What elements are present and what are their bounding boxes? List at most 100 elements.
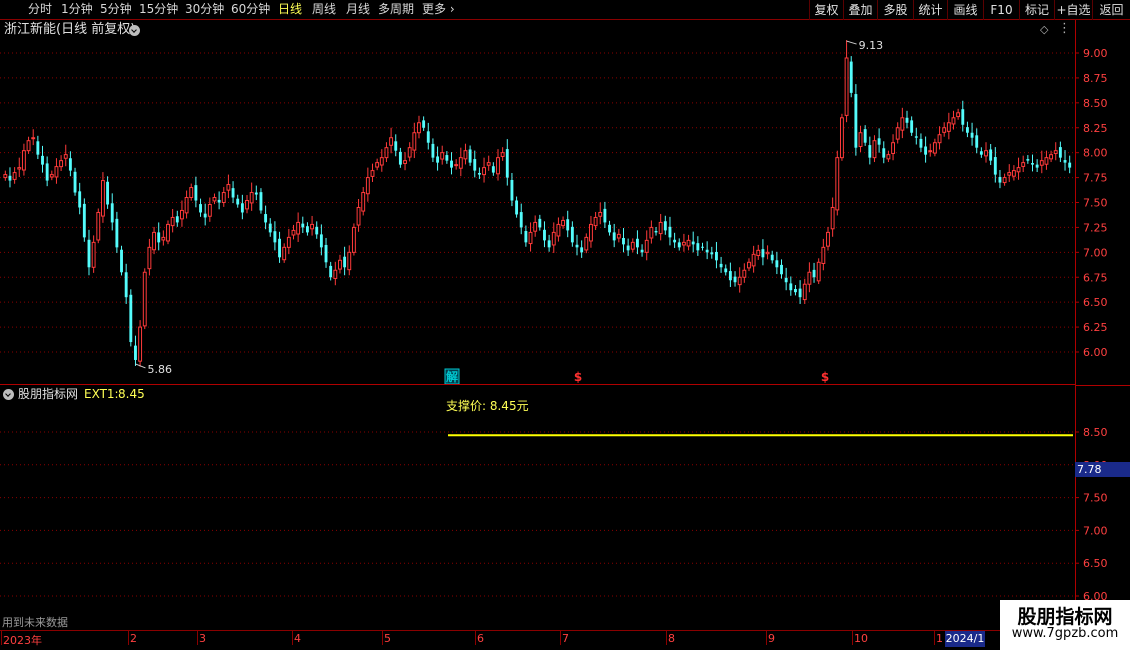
title-menu-icon[interactable] xyxy=(129,25,140,36)
candle-body-220 xyxy=(1026,159,1030,161)
candle-body-12 xyxy=(59,160,64,168)
candle-body-17 xyxy=(82,203,86,238)
date-label-2: 3 xyxy=(199,632,206,645)
candle-body-161 xyxy=(751,253,756,267)
candle-body-173 xyxy=(807,271,812,285)
candle-body-68 xyxy=(319,234,323,248)
candle-body-99 xyxy=(463,150,468,160)
period-10[interactable]: 更多 › xyxy=(422,2,455,17)
candle-body-8 xyxy=(41,155,44,165)
indicator-panel[interactable]: 股朋指标网 EXT1: 8.45 支撑价: 8.45元 xyxy=(0,386,1075,630)
toolbar-button-1[interactable]: 叠加 xyxy=(843,0,877,20)
candle-body-26 xyxy=(124,272,128,298)
candle-body-21 xyxy=(100,180,105,217)
toolbar-button-7[interactable]: +自选 xyxy=(1054,0,1092,20)
period-5[interactable]: 60分钟 xyxy=(231,2,270,17)
period-toolbar: 分时 1分钟 5分钟 15分钟 30分钟 60分钟 日线 周线 月线 多周期 更多 › 复权 叠加 多股统… xyxy=(0,0,1130,20)
period-4[interactable]: 30分钟 xyxy=(185,2,224,17)
date-label-10: 1 xyxy=(936,632,943,645)
price-axis-label-11: 6.25 xyxy=(1083,321,1108,334)
toolbar-button-6[interactable]: 标记 xyxy=(1019,0,1054,20)
candle-body-35 xyxy=(166,223,170,242)
candle-body-135 xyxy=(630,241,635,250)
candle-body-144 xyxy=(673,239,677,243)
period-9[interactable]: 多周期 xyxy=(378,2,414,17)
candle-body-124 xyxy=(580,247,584,253)
candle-body-31 xyxy=(147,246,152,270)
candle-body-210 xyxy=(979,151,983,155)
candle-body-117 xyxy=(547,240,551,248)
date-tick-1 xyxy=(128,631,129,645)
candle-body-140 xyxy=(654,231,658,233)
period-3[interactable]: 15分钟 xyxy=(139,2,178,17)
candle-body-129 xyxy=(603,208,607,223)
date-label-9: 10 xyxy=(854,632,868,645)
candle-body-192 xyxy=(895,127,900,140)
candle-body-52 xyxy=(245,200,249,210)
more-icon[interactable]: ⋮ xyxy=(1058,22,1071,36)
price-axis-svg: 9.00 8.75 8.50 8.25 8.00 7.75 7.50 7.25 7.00 6.75… xyxy=(1075,20,1130,630)
candle-body-27 xyxy=(129,294,133,343)
price-axis-label-10: 6.50 xyxy=(1083,296,1108,309)
kline-chart[interactable]: 9.13 5.86 解 $ $ xyxy=(0,20,1075,385)
candle-body-187 xyxy=(872,140,877,159)
candle-body-183 xyxy=(854,94,858,148)
indicator-menu-icon[interactable] xyxy=(3,389,14,400)
toolbar-button-3[interactable]: 统计 xyxy=(913,0,947,20)
toolbar-button-0[interactable]: 复权 xyxy=(809,0,843,20)
candle-body-211 xyxy=(984,150,988,157)
kline-panel[interactable]: 9.13 5.86 解 $ $ 浙江新能(日线 前复权) ◇ ⋮ xyxy=(0,20,1075,385)
candle-body-151 xyxy=(705,249,709,253)
candle-body-25 xyxy=(120,249,123,273)
period-8[interactable]: 月线 xyxy=(346,2,370,17)
candle-body-72 xyxy=(338,259,342,270)
candle-body-14 xyxy=(68,158,72,171)
candle-body-203 xyxy=(946,122,951,132)
toolbar-button-2[interactable]: 多股 xyxy=(877,0,913,20)
candle-body-164 xyxy=(765,251,770,255)
candle-body-47 xyxy=(221,192,226,204)
candle-body-198 xyxy=(924,146,928,155)
candle-body-20 xyxy=(96,211,101,241)
candle-body-0 xyxy=(3,174,8,179)
candle-body-132 xyxy=(616,233,621,239)
date-label-1: 2 xyxy=(130,632,137,645)
price-axis-label-7: 7.25 xyxy=(1083,221,1108,234)
toolbar-button-5[interactable]: F10 xyxy=(983,0,1019,20)
period-7[interactable]: 周线 xyxy=(312,2,336,17)
candle-body-9 xyxy=(45,163,49,181)
candle-body-83 xyxy=(389,137,394,146)
candle-body-94 xyxy=(440,152,445,160)
candle-body-6 xyxy=(31,137,36,140)
period-0[interactable]: 分时 xyxy=(28,2,52,17)
toolbar-button-4[interactable]: 画线 xyxy=(947,0,983,20)
candle-body-133 xyxy=(622,237,625,245)
candle-body-145 xyxy=(677,242,681,248)
candle-body-18 xyxy=(87,239,91,268)
candle-body-172 xyxy=(802,283,807,301)
candle-body-205 xyxy=(956,112,961,118)
candle-body-102 xyxy=(477,172,481,175)
candle-body-217 xyxy=(1011,170,1016,177)
candle-body-208 xyxy=(970,132,974,138)
period-2[interactable]: 5分钟 xyxy=(100,2,132,17)
toolbar-button-8[interactable]: 返回 xyxy=(1092,0,1130,20)
candle-body-195 xyxy=(910,120,914,133)
ext-label: EXT1: xyxy=(84,387,119,401)
date-tick-10 xyxy=(934,631,935,645)
period-1[interactable]: 1分钟 xyxy=(61,2,93,17)
candle-body-97 xyxy=(454,164,459,167)
diamond-icon[interactable]: ◇ xyxy=(1040,23,1048,37)
candle-body-19 xyxy=(91,241,96,268)
candle-body-131 xyxy=(612,232,616,241)
candle-body-216 xyxy=(1007,172,1012,176)
candle-body-69 xyxy=(324,244,328,263)
period-6[interactable]: 日线 xyxy=(278,2,302,17)
candle-body-110 xyxy=(515,200,519,215)
candle-body-171 xyxy=(798,288,802,298)
candle-body-16 xyxy=(78,191,82,208)
indicator-chart[interactable] xyxy=(0,386,1075,630)
candle-body-64 xyxy=(301,223,305,228)
date-tick-0 xyxy=(1,631,2,645)
price-axis-label-2: 8.50 xyxy=(1083,97,1108,110)
